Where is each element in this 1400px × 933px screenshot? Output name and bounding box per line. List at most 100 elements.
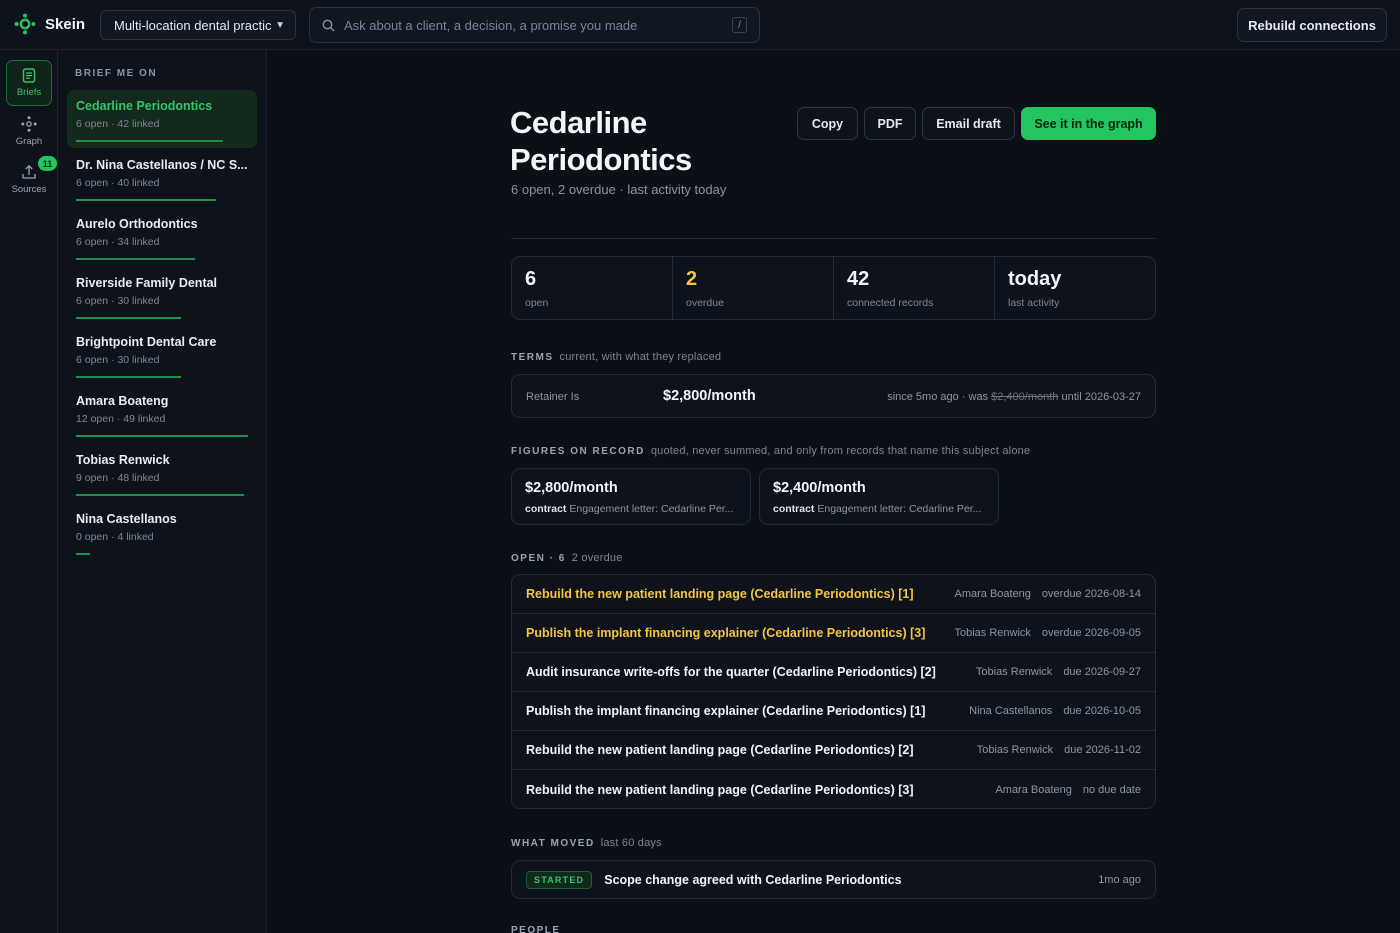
sidebar-item[interactable]: Riverside Family Dental 6 open · 30 linke… bbox=[67, 267, 257, 325]
open-item-owner: Amara Boateng bbox=[995, 783, 1072, 796]
what-moved-heading-note: last 60 days bbox=[600, 837, 662, 849]
figure-source: contract Engagement letter: Cedarline Pe… bbox=[773, 503, 985, 515]
activity-time: 1mo ago bbox=[1098, 873, 1141, 886]
activity-row[interactable]: STARTED Scope change agreed with Cedarli… bbox=[511, 860, 1156, 899]
sidebar-item[interactable]: Cedarline Periodontics 6 open · 42 linked bbox=[67, 90, 257, 148]
stat-value: 2 bbox=[686, 268, 698, 290]
stat-connected-records: 42 connected records bbox=[834, 257, 995, 319]
sidebar-item-name: Amara Boateng bbox=[76, 394, 169, 408]
stat-label: open bbox=[525, 297, 549, 309]
page-title-line-2: Periodontics bbox=[510, 142, 692, 177]
brief-sidebar: BRIEF ME ON Cedarline Periodontics 6 open… bbox=[58, 50, 267, 933]
app-logo[interactable]: Skein bbox=[14, 13, 85, 35]
rail-item-briefs[interactable]: Briefs bbox=[6, 60, 52, 106]
rail-label-briefs: Briefs bbox=[16, 87, 42, 98]
open-item-title: Publish the implant financing explainer … bbox=[526, 704, 926, 718]
open-items-list: Rebuild the new patient landing page (Ce… bbox=[511, 574, 1156, 809]
open-item-row[interactable]: Audit insurance write-offs for the quart… bbox=[512, 653, 1155, 692]
sidebar-item-activity-bar bbox=[76, 199, 216, 201]
figures-heading-note: quoted, never summed, and only from reco… bbox=[650, 445, 1031, 457]
stat-overdue: 2 overdue bbox=[673, 257, 834, 319]
sidebar-item-activity-bar bbox=[76, 494, 244, 496]
open-item-row[interactable]: Publish the implant financing explainer … bbox=[512, 692, 1155, 731]
sidebar-item-meta: 12 open · 49 linked bbox=[76, 413, 166, 425]
open-item-row[interactable]: Rebuild the new patient landing page (Ce… bbox=[512, 731, 1155, 770]
stat-value: 6 bbox=[525, 268, 537, 290]
stat-value: today bbox=[1008, 268, 1062, 290]
see-in-graph-button[interactable]: See it in the graph bbox=[1021, 107, 1156, 140]
figure-card[interactable]: $2,800/month contract Engagement letter:… bbox=[511, 468, 751, 525]
rail-label-sources: Sources bbox=[11, 183, 47, 195]
sidebar-item[interactable]: Brightpoint Dental Care 6 open · 30 linke… bbox=[67, 326, 257, 384]
workspace-select[interactable]: Multi-location dental practice ▼ bbox=[100, 10, 296, 40]
copy-button[interactable]: Copy bbox=[797, 107, 858, 140]
sidebar-item-meta: 6 open · 34 linked bbox=[76, 236, 160, 248]
graph-icon bbox=[21, 115, 37, 132]
sidebar-item-name: Riverside Family Dental bbox=[76, 276, 218, 290]
sidebar-item[interactable]: Amara Boateng 12 open · 49 linked bbox=[67, 385, 257, 443]
open-item-due: due 2026-10-05 bbox=[1063, 705, 1141, 717]
page-title-line-1: Cedarline bbox=[510, 105, 647, 140]
sidebar-item-meta: 6 open · 40 linked bbox=[76, 177, 160, 189]
sidebar-item-meta: 6 open · 30 linked bbox=[76, 295, 160, 307]
figure-source-name: Engagement letter: Cedarline Per... bbox=[569, 503, 734, 515]
open-item-title: Publish the implant financing explainer … bbox=[526, 626, 926, 640]
open-item-meta: Amara Boateng overdue 2026-08-14 bbox=[954, 588, 1141, 600]
open-item-row[interactable]: Publish the implant financing explainer … bbox=[512, 614, 1155, 653]
open-item-title: Audit insurance write-offs for the quart… bbox=[526, 665, 936, 679]
sidebar-item-name: Nina Castellanos bbox=[76, 512, 177, 526]
stat-label: overdue bbox=[686, 297, 724, 309]
open-item-row[interactable]: Rebuild the new patient landing page (Ce… bbox=[512, 770, 1155, 808]
open-item-title: Rebuild the new patient landing page (Ce… bbox=[526, 587, 914, 601]
open-item-due: no due date bbox=[1082, 783, 1141, 796]
search-placeholder: Ask about a client, a decision, a promis… bbox=[344, 17, 638, 33]
chevron-down-icon: ▼ bbox=[275, 19, 285, 31]
stat-last-activity: today last activity bbox=[995, 257, 1155, 319]
figure-card[interactable]: $2,400/month contract Engagement letter:… bbox=[759, 468, 999, 525]
sidebar-item-meta: 6 open · 30 linked bbox=[76, 354, 160, 366]
open-item-meta: Amara Boateng no due date bbox=[995, 784, 1141, 796]
skein-logo-icon bbox=[14, 13, 36, 35]
sidebar-item-activity-bar bbox=[76, 140, 223, 142]
terms-previous-value: $2,400/month bbox=[991, 391, 1059, 403]
open-item-due: due 2026-11-02 bbox=[1064, 744, 1141, 756]
terms-heading-label: TERMS bbox=[511, 352, 554, 363]
workspace-select-value: Multi-location dental practice bbox=[114, 17, 272, 33]
terms-label: Retainer Is bbox=[526, 391, 580, 403]
stat-label: connected records bbox=[847, 297, 934, 309]
rail-label-graph: Graph bbox=[15, 135, 43, 147]
sidebar-item-name: Brightpoint Dental Care bbox=[76, 335, 217, 349]
sidebar-item-activity-bar bbox=[76, 317, 181, 319]
what-moved-heading-label: WHAT MOVED bbox=[511, 838, 595, 849]
email-draft-button[interactable]: Email draft bbox=[922, 107, 1015, 140]
sidebar-item-name: Tobias Renwick bbox=[76, 453, 170, 467]
sidebar-item-activity-bar bbox=[76, 553, 90, 555]
search-input[interactable]: Ask about a client, a decision, a promis… bbox=[309, 7, 760, 43]
terms-heading-note: current, with what they replaced bbox=[559, 351, 722, 363]
open-item-owner: Tobias Renwick bbox=[975, 666, 1053, 678]
rebuild-connections-button[interactable]: Rebuild connections bbox=[1237, 8, 1387, 42]
sidebar-item[interactable]: Aurelo Orthodontics 6 open · 34 linked bbox=[67, 208, 257, 266]
figures-heading-label: FIGURES ON RECORD bbox=[511, 446, 645, 457]
what-moved-heading: WHAT MOVED last 60 days bbox=[511, 837, 662, 849]
figure-value: $2,400/month bbox=[773, 480, 866, 496]
stat-open: 6 open bbox=[512, 257, 673, 319]
sidebar-item-meta: 9 open · 48 linked bbox=[76, 472, 160, 484]
activity-text: Scope change agreed with Cedarline Perio… bbox=[604, 872, 902, 887]
terms-since: since 5mo ago · was bbox=[887, 391, 989, 403]
pdf-button[interactable]: PDF bbox=[864, 107, 916, 140]
sidebar-item[interactable]: Nina Castellanos 0 open · 4 linked bbox=[67, 503, 257, 561]
top-bar: Skein Multi-location dental practice ▼ A… bbox=[0, 0, 1400, 50]
open-heading: OPEN · 6 2 overdue bbox=[511, 552, 623, 564]
status-badge: STARTED bbox=[526, 870, 593, 889]
open-item-owner: Amara Boateng bbox=[954, 588, 1031, 600]
sidebar-item-meta: 6 open · 42 linked bbox=[76, 118, 160, 130]
sidebar-item[interactable]: Dr. Nina Castellanos / NC S... 6 open · 4… bbox=[67, 149, 257, 207]
rail-item-sources[interactable]: Sources 11 bbox=[6, 156, 57, 202]
sidebar-item[interactable]: Tobias Renwick 9 open · 48 linked bbox=[67, 444, 257, 502]
open-item-row[interactable]: Rebuild the new patient landing page (Ce… bbox=[512, 575, 1155, 614]
open-item-due: due 2026-09-27 bbox=[1063, 666, 1141, 678]
stats-panel: 6 open 2 overdue 42 connected records to… bbox=[511, 256, 1156, 320]
open-item-meta: Tobias Renwick due 2026-11-02 bbox=[977, 744, 1141, 756]
rail-item-graph[interactable]: Graph bbox=[6, 108, 52, 154]
